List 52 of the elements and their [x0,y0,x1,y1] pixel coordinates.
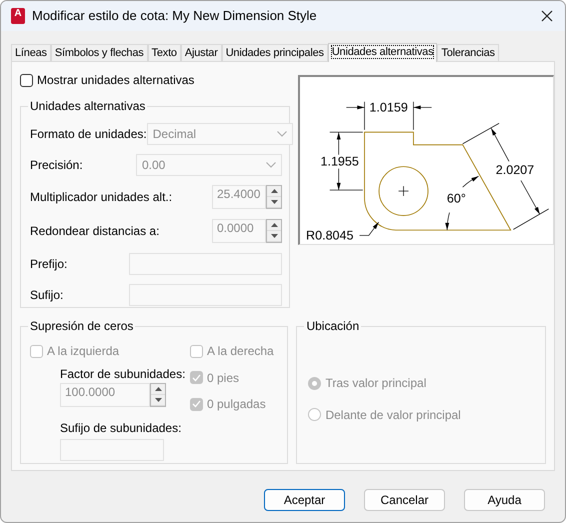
field-label: Redondear distancias a: [30,224,160,239]
tab[interactable]: Unidades alternativas [328,43,438,62]
down-triangle-icon [154,398,162,402]
group-title: Supresión de ceros [29,320,134,332]
field-label: Sufijo de subunidades: [60,421,182,436]
radio-label: Delante de valor principal [325,408,461,422]
checkbox-label: Mostrar unidades alternativas [37,73,194,88]
field-label: Formato de unidades: [30,126,147,142]
chevron-down-icon [266,162,276,168]
spin-down-button[interactable] [151,395,165,406]
up-triangle-icon [270,189,278,194]
dimension-label: 1.0159 [369,100,408,115]
field-label: Multiplicador unidades alt.: [30,190,172,205]
window-title: Modificar estilo de cota: My New Dimension Style [32,8,318,24]
app-logo-icon: A [11,8,25,24]
tab[interactable]: Ajustar [180,44,222,61]
close-icon [541,10,553,22]
field-label: Precisión: [30,158,83,172]
dimension-label: 1.1955 [320,154,359,168]
field-label: Factor de subunidades: [60,366,186,382]
down-triangle-icon [270,234,278,238]
tab[interactable]: Unidades principales [222,44,328,61]
dimension-label: R0.8045 [306,228,354,243]
dimension-label: 2.0207 [496,162,534,177]
tab[interactable]: Tolerancias [437,44,499,61]
group-title: Unidades alternativas [29,100,146,112]
spin-up-button[interactable] [267,220,281,232]
checkbox-label: A la izquierda [47,344,120,359]
chevron-down-icon [276,130,287,137]
hole-outline [378,166,428,216]
down-triangle-icon [270,200,278,204]
checkbox-label: 0 pies [207,370,240,386]
dimension-label: 60° [446,192,466,206]
checkbox-label: A la derecha [207,344,274,359]
dialog-button[interactable]: Aceptar [264,489,345,511]
checkbox-label: 0 pulgadas [207,397,266,412]
tab[interactable]: Líneas [11,44,51,61]
up-triangle-icon [270,223,278,228]
checkbox[interactable] [20,74,33,87]
tab[interactable]: Texto [148,44,181,61]
dialog-button[interactable]: Ayuda [464,489,545,511]
tab[interactable]: Símbolos y flechas [50,44,148,61]
up-triangle-icon [154,387,162,392]
group-title: Ubicación [305,320,360,332]
field-label: Prefijo: [30,256,68,272]
spin-down-button[interactable] [267,231,281,242]
field-label: Sufijo: [30,288,64,302]
spin-up-button[interactable] [151,384,165,396]
dialog-button[interactable]: Cancelar [364,489,445,511]
spin-down-button[interactable] [267,197,281,208]
radio-label: Tras valor principal [325,376,426,391]
spin-up-button[interactable] [267,186,281,198]
